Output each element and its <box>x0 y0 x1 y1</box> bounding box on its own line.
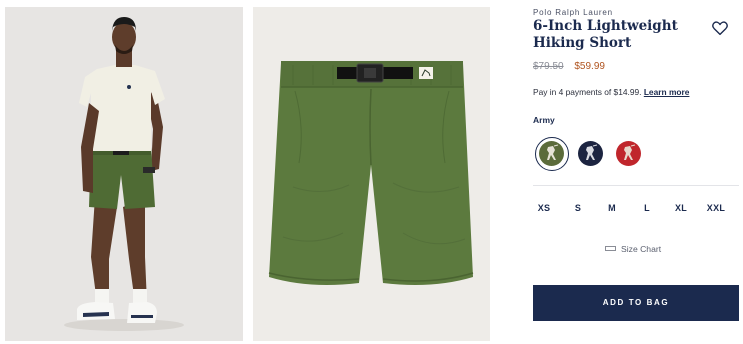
swatch-red[interactable] <box>612 137 646 171</box>
pony-logo-icon <box>539 141 564 166</box>
swatch-army-color <box>539 141 564 166</box>
size-l[interactable]: L <box>632 203 662 213</box>
ruler-icon <box>605 246 616 252</box>
shorts-illustration <box>253 7 490 341</box>
size-m[interactable]: M <box>597 203 627 213</box>
size-chart-link[interactable]: Size Chart <box>605 244 661 254</box>
wishlist-button[interactable] <box>711 19 729 37</box>
price-row: $79.50 $59.99 <box>533 61 605 72</box>
product-photo[interactable] <box>253 7 490 341</box>
pony-logo-icon <box>616 141 641 166</box>
size-xl[interactable]: XL <box>666 203 696 213</box>
heart-outline-icon <box>712 21 728 36</box>
learn-more-link[interactable]: Learn more <box>644 87 690 97</box>
size-s[interactable]: S <box>563 203 593 213</box>
swatch-navy-color <box>578 141 603 166</box>
model-photo[interactable] <box>5 7 243 341</box>
original-price: $79.50 <box>533 61 564 72</box>
brand-name[interactable]: Polo Ralph Lauren <box>533 8 613 17</box>
product-title: 6-Inch Lightweight Hiking Short <box>533 18 678 51</box>
size-xs[interactable]: XS <box>529 203 559 213</box>
add-to-bag-button[interactable]: ADD TO BAG <box>533 285 739 321</box>
size-selector: XS S M L XL XXL <box>533 203 739 219</box>
product-details: Polo Ralph Lauren 6-Inch Lightweight Hik… <box>533 0 739 344</box>
divider <box>533 185 739 186</box>
installment-text: Pay in 4 payments of $14.99. <box>533 87 642 97</box>
size-chart-label: Size Chart <box>621 244 662 254</box>
swatch-red-color <box>616 141 641 166</box>
sale-price: $59.99 <box>574 61 605 72</box>
swatch-navy[interactable] <box>574 137 608 171</box>
size-xxl[interactable]: XXL <box>701 203 731 213</box>
selected-color-label: Army <box>533 115 555 125</box>
pony-logo-icon <box>578 141 603 166</box>
swatch-army[interactable] <box>535 137 569 171</box>
model-illustration <box>5 7 243 341</box>
installment-info: Pay in 4 payments of $14.99. Learn more <box>533 87 689 97</box>
